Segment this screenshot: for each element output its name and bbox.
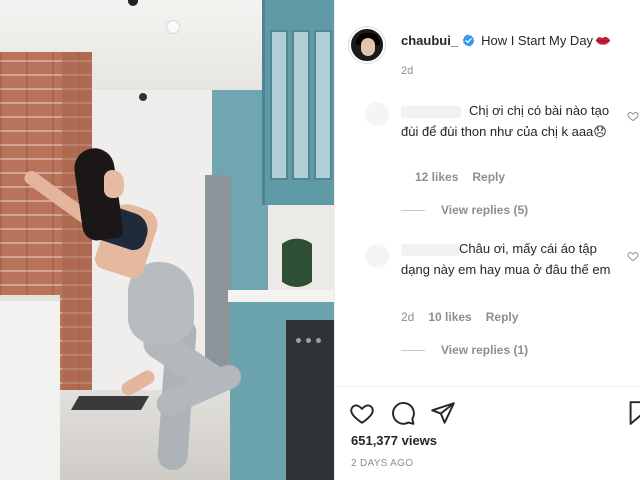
yoga-mat: [70, 396, 150, 410]
paper-plane-icon[interactable]: [430, 400, 456, 426]
heart-icon[interactable]: [349, 400, 375, 426]
fridge: [205, 175, 231, 390]
commenter-avatar[interactable]: [365, 102, 389, 126]
comment-like-heart-icon[interactable]: [627, 250, 639, 262]
username-link[interactable]: chaubui_: [401, 32, 458, 49]
reply-button[interactable]: Reply: [472, 170, 505, 184]
side-table: [0, 295, 60, 480]
oven: [286, 320, 334, 480]
plant: [282, 222, 312, 290]
ceiling-light: [166, 20, 180, 34]
bookmark-icon[interactable]: [629, 400, 640, 426]
oven-knob: [296, 338, 301, 343]
view-count[interactable]: 651,377 views: [351, 433, 437, 448]
comment-like-heart-icon[interactable]: [627, 110, 639, 122]
replies-divider: [401, 209, 425, 211]
comment-meta: 2d 10 likes Reply: [401, 310, 518, 324]
caption-line: chaubui_ How I Start My Day: [401, 32, 611, 49]
post-caption: chaubui_ How I Start My Day 2d: [335, 0, 640, 96]
cabinet-glass: [292, 30, 310, 180]
replies-divider: [401, 349, 425, 351]
avatar[interactable]: [349, 27, 385, 63]
post-date: 2 DAYS AGO: [351, 458, 414, 469]
cabinet-glass: [314, 30, 332, 180]
comment-bubble-icon[interactable]: [390, 400, 416, 426]
verified-badge-icon: [462, 34, 475, 47]
oven-knob: [316, 338, 321, 343]
post-details-panel: chaubui_ How I Start My Day 2d Chị ơi ch…: [334, 0, 640, 480]
comment-meta: 12 likes Reply: [401, 170, 505, 184]
commenter-avatar[interactable]: [365, 244, 389, 268]
comment-likes[interactable]: 10 likes: [428, 310, 471, 324]
counter-top: [228, 290, 334, 302]
view-replies-button[interactable]: View replies (1): [401, 343, 528, 357]
cabinet-glass: [270, 30, 288, 180]
comment-likes[interactable]: 12 likes: [415, 170, 458, 184]
brick-column: [62, 52, 92, 432]
person-face: [104, 170, 124, 198]
comment-text: Chị ơi chị có bài nào tạo đùi để đùi tho…: [401, 103, 610, 139]
view-replies-button[interactable]: View replies (5): [401, 203, 528, 217]
view-replies-label: View replies (1): [441, 343, 529, 357]
oven-knob: [306, 338, 311, 343]
lips-icon: [595, 37, 611, 45]
avatar-face: [361, 38, 375, 56]
reply-button[interactable]: Reply: [486, 310, 519, 324]
comment-age: 2d: [401, 310, 415, 324]
caption-text: How I Start My Day: [481, 33, 594, 48]
view-replies-label: View replies (5): [441, 203, 529, 217]
comment-text: Châu ơi, mấy cái áo tập dạng này em hay …: [401, 241, 611, 277]
caption-timestamp: 2d: [401, 65, 414, 77]
ceiling-spot: [139, 93, 147, 101]
post-video[interactable]: [0, 0, 334, 480]
